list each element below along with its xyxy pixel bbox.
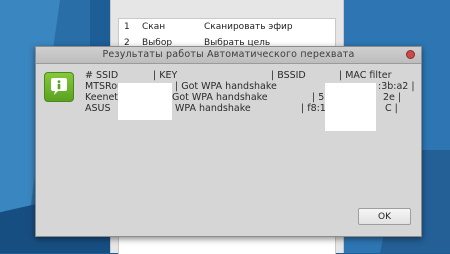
redaction-box bbox=[118, 83, 172, 120]
redaction-box bbox=[325, 83, 376, 131]
row-key: WPA handshake bbox=[175, 103, 251, 114]
menu-row[interactable]: 1 Скан Сканировать эфир bbox=[119, 19, 335, 35]
dialog-titlebar[interactable]: Результаты работы Автоматического перехв… bbox=[36, 47, 421, 64]
ok-button[interactable]: OK bbox=[358, 208, 411, 225]
results-dialog: Результаты работы Автоматического перехв… bbox=[35, 46, 422, 237]
row-mac: 2e | bbox=[383, 92, 402, 103]
menu-row-description: Сканировать эфир bbox=[204, 22, 293, 32]
close-icon[interactable] bbox=[406, 50, 415, 59]
row-key: | Got WPA handshake bbox=[175, 81, 277, 92]
row-ssid: ASUS bbox=[85, 103, 111, 114]
row-mac: C | bbox=[385, 103, 398, 114]
row-bssid: | 5 bbox=[312, 92, 325, 103]
info-icon bbox=[44, 72, 74, 102]
results-header-row: # SSID | KEY | BSSID | MAC filter bbox=[85, 70, 415, 81]
row-key: Got WPA handshake bbox=[172, 92, 268, 103]
menu-row-number: 1 bbox=[124, 22, 130, 32]
row-mac: :3b:a2 | bbox=[378, 81, 415, 92]
header-mac-filter: | MAC filter bbox=[339, 70, 392, 81]
header-key: | KEY bbox=[153, 70, 178, 81]
header-ssid: # SSID bbox=[85, 70, 119, 81]
header-bssid: | BSSID bbox=[271, 70, 306, 81]
menu-row-command: Скан bbox=[142, 22, 166, 32]
dialog-title: Результаты работы Автоматического перехв… bbox=[102, 49, 355, 60]
